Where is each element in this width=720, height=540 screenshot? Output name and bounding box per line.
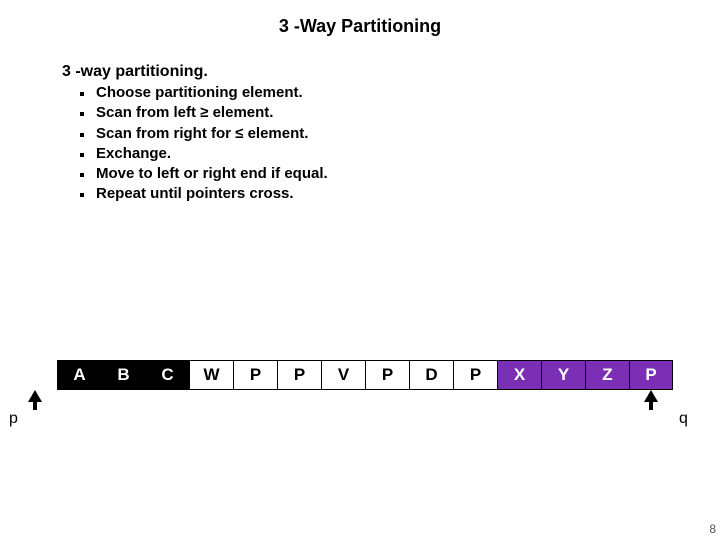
page-title: 3 -Way Partitioning — [0, 0, 720, 37]
pointer-p-label: p — [9, 410, 18, 428]
arrow-stem — [33, 402, 37, 410]
pointer-row: p q — [57, 390, 697, 440]
bullet-item: Move to left or right end if equal. — [62, 164, 720, 184]
arrow-stem — [649, 402, 653, 410]
array-cell: P — [629, 360, 673, 390]
array-cell: D — [409, 360, 453, 390]
array-cell: P — [453, 360, 497, 390]
bullet-item: Scan from right for ≤ element. — [62, 124, 720, 144]
array-cell: Y — [541, 360, 585, 390]
bullet-item: Scan from left ≥ element. — [62, 103, 720, 123]
section-heading: 3 -way partitioning. — [62, 63, 720, 81]
array-cell: Z — [585, 360, 629, 390]
pointer-q-label: q — [679, 410, 688, 428]
content-block: 3 -way partitioning. Choose partitioning… — [62, 63, 720, 205]
array-cell: P — [277, 360, 321, 390]
array-cell: C — [145, 360, 189, 390]
arrow-up-icon — [28, 390, 42, 402]
bullet-item: Repeat until pointers cross. — [62, 184, 720, 204]
bullet-item: Choose partitioning element. — [62, 83, 720, 103]
array-cell: W — [189, 360, 233, 390]
array-diagram: ABCWPPVPDPXYZP p q — [57, 360, 697, 440]
arrow-up-icon — [644, 390, 658, 402]
array-row: ABCWPPVPDPXYZP — [57, 360, 697, 390]
array-cell: A — [57, 360, 101, 390]
array-cell: P — [233, 360, 277, 390]
slide-number: 8 — [709, 522, 716, 536]
bullet-item: Exchange. — [62, 144, 720, 164]
array-cell: P — [365, 360, 409, 390]
bullet-list: Choose partitioning element. Scan from l… — [62, 83, 720, 205]
pointer-q — [629, 390, 673, 410]
pointer-p — [13, 390, 57, 410]
array-cell: B — [101, 360, 145, 390]
array-cell: X — [497, 360, 541, 390]
array-cell: V — [321, 360, 365, 390]
